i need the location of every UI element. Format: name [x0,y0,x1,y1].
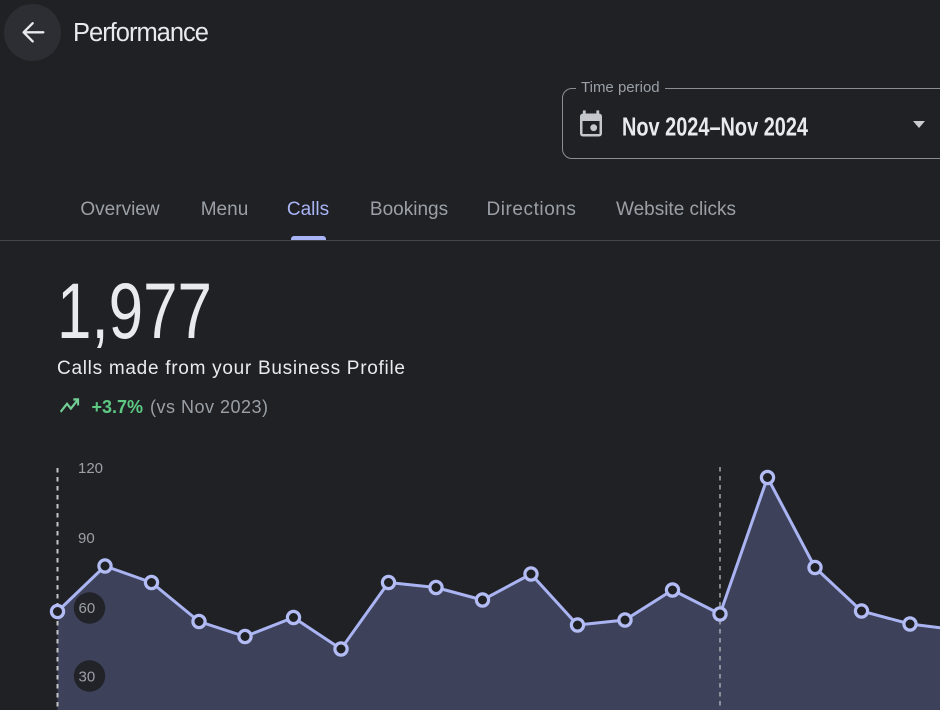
svg-text:60: 60 [79,600,96,617]
svg-text:120: 120 [78,460,103,477]
svg-text:Nov 2024–Nov 2024: Nov 2024–Nov 2024 [622,112,808,142]
svg-text:30: 30 [79,669,96,686]
svg-text:90: 90 [78,530,95,547]
svg-text:1,977: 1,977 [57,270,212,355]
